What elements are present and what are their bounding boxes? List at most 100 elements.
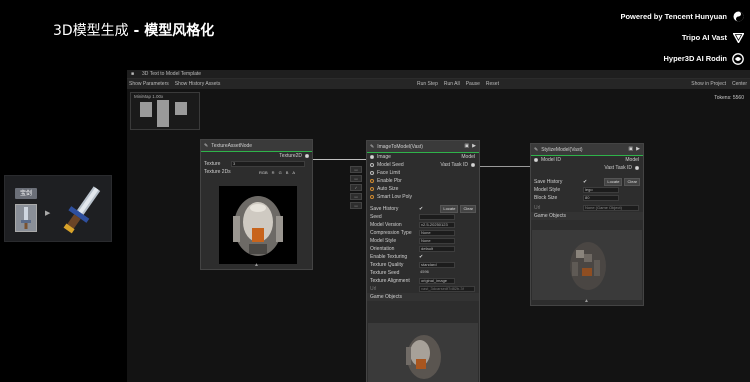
param-label: Compression Type <box>370 230 412 236</box>
run-icon[interactable]: ▶ <box>472 143 476 149</box>
reset-button[interactable]: Reset <box>486 79 499 89</box>
output-port-icon[interactable] <box>305 154 309 158</box>
texture-field-value: 3 <box>233 161 236 167</box>
input-port-icon[interactable] <box>370 179 374 183</box>
save-history-row: Save History ✔ Locate Clear <box>531 178 643 186</box>
center-button[interactable]: Center <box>732 79 747 89</box>
input-port-icon[interactable] <box>534 158 538 162</box>
param-value[interactable]: original_image <box>419 278 455 284</box>
param-row: Model Style None <box>367 237 479 245</box>
channel-tab[interactable]: G <box>279 170 282 175</box>
input-port-icon[interactable] <box>370 195 374 199</box>
channel-tab[interactable]: B <box>286 170 289 175</box>
input-label: Smart Low Poly <box>377 194 413 200</box>
param-value[interactable]: 4596 <box>419 270 455 276</box>
param-row: Model Version v2.5-20250123 <box>367 221 479 229</box>
save-history-checkbox[interactable]: ✔ <box>583 179 587 185</box>
run-all-button[interactable]: Run All <box>444 79 460 89</box>
node-header[interactable]: ✎ StylizeModel(Vast) ▣ ▶ <box>531 144 643 156</box>
sword-reference-image <box>15 204 37 232</box>
mini-tool-button[interactable]: ✓ <box>350 184 362 191</box>
param-value[interactable] <box>419 214 455 220</box>
param-value[interactable]: default <box>419 246 455 252</box>
input-port-icon[interactable] <box>370 155 374 159</box>
param-value[interactable]: v2.5-20250123 <box>419 222 455 228</box>
resize-handle-icon[interactable]: ▲ <box>254 262 259 268</box>
input-label: Model Seed <box>377 162 404 168</box>
credit-hunyuan: Powered by Tencent Hunyuan <box>620 6 744 27</box>
param-value[interactable]: standard <box>419 262 455 268</box>
stylize-model-node[interactable]: ✎ StylizeModel(Vast) ▣ ▶ Model ID Model V… <box>530 143 644 306</box>
rodin-logo-icon <box>732 52 744 65</box>
resize-handle-icon[interactable]: ▲ <box>584 298 589 304</box>
node-header[interactable]: ✎ TextureAssetNode <box>201 140 312 152</box>
mini-tool-button[interactable]: ▭ <box>350 166 362 173</box>
slide-title-suffix: - 模型风格化 <box>128 23 215 39</box>
credits: Powered by Tencent Hunyuan Tripo AI Vast… <box>620 6 744 69</box>
input-port-row: Enable Pbr <box>367 177 479 185</box>
model-preview[interactable] <box>532 230 642 300</box>
editor-titlebar: ■ 3D Text to Model Template <box>127 70 750 79</box>
channel-tab[interactable]: RGB <box>259 170 268 175</box>
mini-tool-button[interactable]: ▭ <box>350 193 362 200</box>
pause-button[interactable]: Pause <box>466 79 480 89</box>
mini-tool-button[interactable]: ▭ <box>350 175 362 182</box>
node-title: TextureAssetNode <box>211 142 253 149</box>
output-port-icon[interactable] <box>635 166 639 170</box>
output-label: Vast Task ID <box>440 162 468 168</box>
node-header[interactable]: ✎ ImageToModel(Vast) ▣ ▶ <box>367 141 479 153</box>
param-row: Seed <box>367 213 479 221</box>
url-label: Url <box>370 286 377 292</box>
minimap-label: MiniMap 1.00x <box>134 94 164 99</box>
graph-canvas[interactable]: Tokens: 5560 MiniMap 1.00x ✎ TextureAsse… <box>127 89 750 382</box>
run-icon[interactable]: ▶ <box>636 146 640 152</box>
param-value[interactable]: None <box>419 230 455 236</box>
pin-icon[interactable]: ✎ <box>370 144 374 150</box>
channel-tab[interactable]: R <box>272 170 275 175</box>
output-port-icon[interactable] <box>471 163 475 167</box>
window-title: 3D Text to Model Template <box>142 71 202 77</box>
pin-icon[interactable]: ✎ <box>534 147 538 153</box>
locate-button[interactable]: Locate <box>604 178 623 186</box>
input-port-row: Model ID Model <box>531 156 643 164</box>
show-parameters-button[interactable]: Show Parameters <box>129 79 169 89</box>
texture-field[interactable]: 3 <box>231 161 305 167</box>
minimap[interactable]: MiniMap 1.00x <box>130 92 200 130</box>
input-label: Face Limit <box>377 170 401 176</box>
param-row: Texture Quality standard <box>367 261 479 269</box>
param-value[interactable]: 80 <box>583 195 619 201</box>
url-field[interactable]: vast_3dcarsedf7d82b.3f <box>419 286 475 292</box>
param-checkbox[interactable]: ✔ <box>419 254 423 260</box>
locate-button[interactable]: Locate <box>440 205 459 213</box>
save-icon[interactable]: ▣ <box>464 143 469 149</box>
param-label: Model Style <box>534 187 561 193</box>
voxel-sword-image <box>63 186 101 234</box>
url-field[interactable]: None (Game Object) <box>583 205 639 211</box>
save-icon[interactable]: ▣ <box>628 146 633 152</box>
image-to-model-node[interactable]: ✎ ImageToModel(Vast) ▣ ▶ Image Model Mode… <box>366 140 480 382</box>
show-history-button[interactable]: Show History Assets <box>175 79 221 89</box>
texture-asset-node[interactable]: ✎ TextureAssetNode Texture2D Texture 3 T… <box>200 139 313 270</box>
pin-icon[interactable]: ✎ <box>204 143 208 149</box>
save-history-checkbox[interactable]: ✔ <box>419 206 423 212</box>
mini-tool-button[interactable]: ▭ <box>350 202 362 209</box>
node-editor-window: ■ 3D Text to Model Template Show Paramet… <box>127 70 750 382</box>
node-title: ImageToModel(Vast) <box>377 143 423 150</box>
param-label: Orientation <box>370 246 395 252</box>
clear-button[interactable]: Clear <box>460 205 476 213</box>
param-value[interactable]: lego <box>583 187 619 193</box>
input-port-icon[interactable] <box>370 163 374 167</box>
run-step-button[interactable]: Run Step <box>417 79 438 89</box>
example-tag: 宝剑 <box>15 188 37 199</box>
input-port-icon[interactable] <box>370 187 374 191</box>
param-row: Orientation default <box>367 245 479 253</box>
show-in-project-button[interactable]: Show in Project <box>691 79 726 89</box>
minimap-node <box>175 102 187 115</box>
param-row: Enable Texturing ✔ <box>367 253 479 261</box>
channel-tab[interactable]: A <box>292 170 295 175</box>
param-value[interactable]: None <box>419 238 455 244</box>
model-preview[interactable] <box>368 323 478 382</box>
minimap-node <box>157 100 169 127</box>
clear-button[interactable]: Clear <box>624 178 640 186</box>
input-port-icon[interactable] <box>370 171 374 175</box>
